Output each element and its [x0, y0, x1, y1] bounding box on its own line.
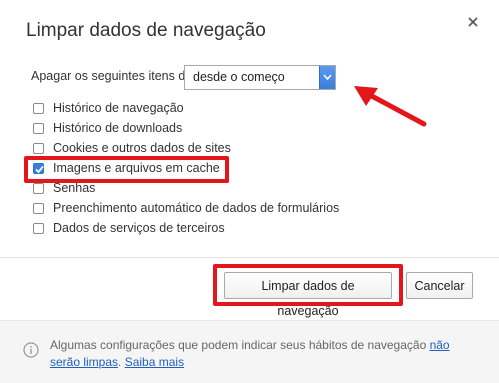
- info-icon: [23, 342, 39, 358]
- annotation-highlight-clear-button: [213, 264, 403, 306]
- checkbox-cookies[interactable]: [33, 143, 44, 154]
- option-label: Preenchimento automático de dados de for…: [53, 201, 340, 215]
- checkbox-browsing-history[interactable]: [33, 103, 44, 114]
- dialog-title: Limpar dados de navegação: [26, 20, 266, 41]
- close-icon[interactable]: [465, 14, 481, 30]
- chevron-down-icon: [323, 74, 332, 81]
- checkbox-third-party-data[interactable]: [33, 223, 44, 234]
- checkbox-passwords[interactable]: [33, 183, 44, 194]
- dropdown-button[interactable]: [319, 66, 335, 89]
- divider: [0, 257, 499, 258]
- option-label: Cookies e outros dados de sites: [53, 141, 231, 155]
- option-label: Dados de serviços de terceiros: [53, 221, 225, 235]
- annotation-arrow-icon: [354, 86, 427, 127]
- annotation-highlight-cache: [24, 156, 229, 183]
- option-label: Histórico de downloads: [53, 121, 183, 135]
- footer-separator: .: [118, 355, 125, 369]
- time-range-select[interactable]: desde o começo: [184, 65, 336, 90]
- checkbox-autofill[interactable]: [33, 203, 44, 214]
- clear-browsing-data-dialog: Limpar dados de navegação Apagar os segu…: [0, 0, 499, 383]
- learn-more-link[interactable]: Saiba mais: [125, 355, 184, 369]
- time-range-label: Apagar os seguintes itens de:: [31, 69, 196, 83]
- footer-message: Algumas configurações que podem indicar …: [50, 337, 450, 371]
- footer-text: Algumas configurações que podem indicar …: [50, 338, 430, 352]
- cancel-button[interactable]: Cancelar: [406, 272, 473, 299]
- option-label: Histórico de navegação: [53, 101, 184, 115]
- option-label: Senhas: [53, 181, 96, 195]
- time-range-selected-value: desde o começo: [193, 70, 285, 84]
- checkbox-download-history[interactable]: [33, 123, 44, 134]
